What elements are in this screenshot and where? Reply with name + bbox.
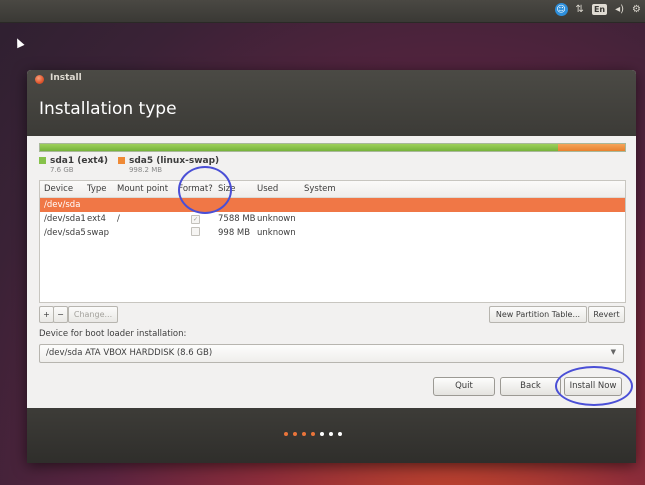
progress-dot [329,432,333,436]
format-cell [173,227,218,239]
legend-swatch [39,157,46,164]
used-cell: unknown [257,214,296,224]
boot-loader-select[interactable]: /dev/sda ATA VBOX HARDDISK (8.6 GB) ▼ [39,344,624,363]
main-content: sda1 (ext4) 7.6 GB sda5 (linux-swap) 998.2 … [27,136,636,408]
legend-item: sda1 (ext4) 7.6 GB [39,156,108,174]
legend-size: 7.6 GB [50,166,74,174]
format-cell: ✓ [173,214,218,224]
title-bar: Install Installation type [27,70,636,136]
mount-cell: / [117,214,120,224]
type-cell: ext4 [87,214,106,224]
size-cell: 998 MB [218,228,251,238]
format-checkbox[interactable] [191,227,200,236]
legend-name: sda5 (linux-swap) [128,156,220,166]
chevron-down-icon: ▼ [610,348,616,356]
partition-toolbar: + − Change... New Partition Table... Rev… [39,306,625,323]
table-body: /dev/sda/dev/sda1 ext4 / ✓ 7588 MB unknown/de… [40,198,625,240]
device-cell: /dev/sda5 [44,228,86,238]
progress-dot [293,432,297,436]
size-cell: 7588 MB [218,214,256,224]
used-cell: unknown [257,228,296,238]
usage-segment-sda5 [558,144,625,151]
legend-name: sda1 (ext4) [50,156,108,166]
progress-footer [27,408,636,463]
keyboard-indicator[interactable]: En [591,4,608,15]
type-cell: swap [87,228,109,238]
progress-dot [338,432,342,436]
accessibility-icon[interactable]: ☺ [554,3,568,16]
revert-button[interactable]: Revert [588,306,625,323]
device-cell: /dev/sda [44,200,81,210]
partition-table: Device Type Mount point Format? Size Used Syst… [39,180,626,303]
column-header[interactable]: Mount point [117,184,173,194]
boot-loader-label: Device for boot loader installation: [39,329,187,339]
back-button[interactable]: Back [500,377,561,396]
progress-dot [320,432,324,436]
progress-dot [311,432,315,436]
page-title: Installation type [39,99,177,119]
network-icon[interactable]: ⇅ [576,4,584,15]
change-partition-button[interactable]: Change... [68,306,118,323]
window-title: Install [50,73,82,83]
column-header[interactable]: Device [40,184,87,194]
partition-usage-bar [39,143,626,152]
gear-icon[interactable]: ⚙ [632,4,641,15]
installer-window: Install Installation type sda1 (ext4) 7.6… [27,70,636,463]
volume-icon[interactable]: ◂) [615,4,624,15]
table-row[interactable]: /dev/sda5 swap 998 MB unknown [40,226,625,240]
device-cell: /dev/sda1 [44,214,86,224]
annotation-circle-install [555,366,633,406]
mouse-pointer-icon [13,36,25,49]
quit-button[interactable]: Quit [433,377,495,396]
legend-swatch [117,157,125,164]
column-header[interactable]: System [304,184,404,194]
new-partition-table-button[interactable]: New Partition Table... [489,306,587,323]
column-header[interactable]: Used [257,184,304,194]
remove-partition-button[interactable]: − [53,306,68,323]
close-icon[interactable] [35,75,44,84]
system-tray: ☺ ⇅ En ◂) ⚙ [554,3,641,16]
table-header: Device Type Mount point Format? Size Used Syst… [40,181,625,198]
add-partition-button[interactable]: + [39,306,54,323]
boot-loader-value: /dev/sda ATA VBOX HARDDISK (8.6 GB) [46,348,213,358]
table-row[interactable]: /dev/sda [40,198,625,212]
table-row[interactable]: /dev/sda1 ext4 / ✓ 7588 MB unknown [40,212,625,226]
progress-dot [302,432,306,436]
progress-dot [284,432,288,436]
annotation-circle-format [178,166,232,214]
progress-dots [284,432,342,436]
usage-segment-sda1 [40,144,559,151]
top-panel: ☺ ⇅ En ◂) ⚙ [0,0,645,23]
format-checkbox[interactable]: ✓ [191,215,200,224]
column-header[interactable]: Type [87,184,117,194]
